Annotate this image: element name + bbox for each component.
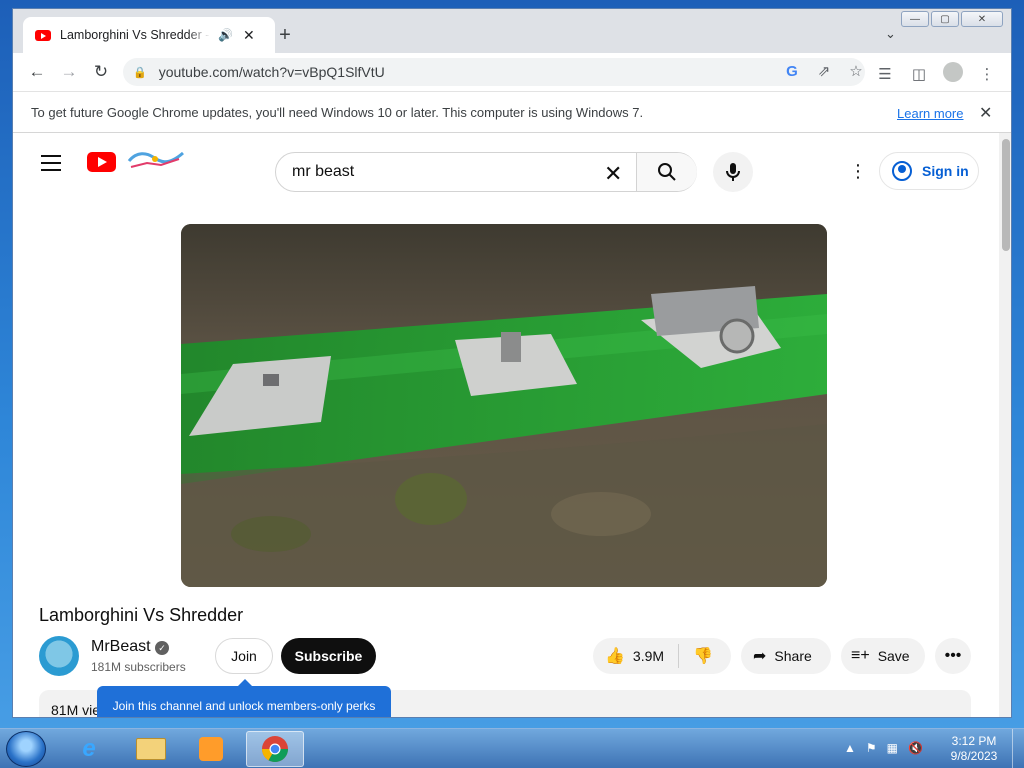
new-tab-button[interactable]: + (275, 25, 295, 45)
bookmark-star-icon[interactable]: ☆ (847, 62, 865, 80)
voice-search-button[interactable] (713, 152, 753, 192)
like-count: 3.9M (632, 648, 665, 664)
sign-in-label: Sign in (922, 163, 969, 179)
channel-name[interactable]: MrBeast (91, 638, 151, 656)
windows-media-player-icon[interactable] (182, 731, 240, 767)
lock-icon[interactable]: 🔒 (133, 66, 147, 79)
like-dislike-group: 👍 3.9M 👎 (593, 638, 731, 674)
reload-button[interactable]: ↻ (85, 62, 117, 82)
google-chrome-icon[interactable] (246, 731, 304, 767)
page-scrollbar[interactable] (999, 133, 1011, 717)
share-page-icon[interactable]: ⇗ (815, 62, 833, 80)
verified-checkmark-icon: ✓ (155, 641, 169, 655)
side-panel-icon[interactable]: ◫ (909, 65, 929, 83)
view-count: 81M vie (51, 702, 101, 718)
join-tooltip: Join this channel and unlock members-onl… (97, 679, 391, 717)
scrollbar-thumb[interactable] (1002, 139, 1010, 251)
share-button[interactable]: ➦ Share (741, 638, 831, 674)
dislike-button-icon[interactable]: 👎 (679, 646, 713, 666)
infobar-message: To get future Google Chrome updates, you… (31, 104, 644, 120)
tab-search-chevron-icon[interactable]: ⌄ (885, 26, 896, 42)
speaker-icon[interactable]: 🔊 (218, 28, 233, 42)
update-infobar: To get future Google Chrome updates, you… (13, 91, 1011, 133)
learn-more-link[interactable]: Learn more (897, 106, 963, 121)
subscribe-button[interactable]: Subscribe (281, 638, 376, 674)
chrome-window: Lamborghini Vs Shredder - YouTube 🔊 ✕ + … (12, 8, 1012, 718)
close-tab-icon[interactable]: ✕ (243, 27, 255, 44)
video-player[interactable] (181, 224, 827, 587)
menu-hamburger-icon[interactable] (41, 155, 61, 176)
save-label: Save (877, 648, 910, 664)
join-button[interactable]: Join (215, 638, 273, 674)
back-button[interactable]: ← (21, 62, 53, 82)
network-icon[interactable]: ▦ (887, 741, 898, 755)
more-horizontal-icon: ••• (944, 647, 962, 664)
browser-toolbar: ← → ↻ 🔒 youtube.com/watch?v=vBpQ1SlfVtU … (13, 53, 1011, 91)
subscriber-count: 181M subscribers (91, 660, 186, 674)
minimize-button[interactable]: — (901, 11, 929, 27)
save-button[interactable]: ≡+ Save (841, 638, 925, 674)
video-frame-image (181, 224, 827, 587)
sign-in-button[interactable]: Sign in (879, 152, 979, 190)
google-translate-icon[interactable]: G (783, 63, 801, 80)
windows-taskbar: e ▲ ⚑ ▦ 🔇 3:12 PM 9/8/2023 (0, 728, 1024, 768)
tray-expand-icon[interactable]: ▲ (844, 741, 856, 755)
start-button[interactable] (6, 731, 46, 767)
more-actions-button[interactable]: ••• (935, 638, 971, 674)
toolbar-right: ☰ ◫ ⋮ (875, 62, 997, 86)
forward-button[interactable]: → (53, 62, 85, 82)
video-title: Lamborghini Vs Shredder (39, 605, 244, 625)
playlist-add-icon: ≡+ (851, 647, 870, 664)
window-controls: — ▢ ✕ (901, 11, 1003, 27)
profile-avatar-icon[interactable] (943, 62, 963, 86)
show-desktop-button[interactable] (1012, 729, 1024, 768)
maximize-button[interactable]: ▢ (931, 11, 959, 27)
search-box[interactable]: mr beast ✕ (275, 152, 697, 192)
account-icon (892, 161, 912, 181)
action-center-icon[interactable]: ⚑ (866, 741, 877, 755)
tab-title: Lamborghini Vs Shredder - YouTube (60, 28, 210, 42)
channel-avatar[interactable] (39, 636, 79, 676)
close-infobar-icon[interactable]: ✕ (979, 103, 992, 123)
share-arrow-icon: ➦ (753, 648, 767, 665)
clock-time: 3:12 PM (951, 734, 997, 748)
search-button[interactable] (637, 153, 697, 191)
address-bar[interactable]: 🔒 youtube.com/watch?v=vBpQ1SlfVtU G ⇗ ☆ (123, 58, 865, 86)
clear-search-icon[interactable]: ✕ (604, 161, 622, 187)
tab-strip: Lamborghini Vs Shredder - YouTube 🔊 ✕ + … (13, 9, 1011, 53)
microphone-icon (726, 163, 740, 181)
youtube-page: mr beast ✕ ⋮ Sign in Lamborghini Vs Shre… (13, 133, 999, 718)
taskbar-clock[interactable]: 3:12 PM 9/8/2023 (944, 734, 1004, 764)
windows-explorer-icon[interactable] (122, 731, 180, 767)
tab-youtube[interactable]: Lamborghini Vs Shredder - YouTube 🔊 ✕ (23, 17, 275, 53)
omnibox-actions: G ⇗ ☆ (783, 62, 865, 81)
volume-muted-icon[interactable]: 🔇 (908, 741, 923, 755)
youtube-header: mr beast ✕ ⋮ Sign in (13, 133, 999, 193)
internet-explorer-icon[interactable]: e (60, 731, 118, 767)
thumbs-up-icon: 👍 (605, 648, 625, 665)
search-icon (658, 163, 676, 181)
share-label: Share (774, 648, 812, 664)
search-input[interactable]: mr beast (292, 163, 354, 181)
close-window-button[interactable]: ✕ (961, 11, 1003, 27)
clock-date: 9/8/2023 (950, 749, 998, 763)
youtube-logo-icon[interactable] (87, 152, 116, 172)
like-button[interactable]: 👍 3.9M (593, 644, 679, 668)
settings-kebab-icon[interactable]: ⋮ (849, 161, 867, 181)
url-text: youtube.com/watch?v=vBpQ1SlfVtU (158, 64, 385, 80)
chrome-menu-icon[interactable]: ⋮ (977, 65, 997, 83)
system-tray: ▲ ⚑ ▦ 🔇 (844, 741, 923, 755)
media-control-icon[interactable]: ☰ (875, 65, 895, 83)
youtube-doodle-icon[interactable] (127, 147, 185, 173)
youtube-favicon-icon (35, 29, 51, 41)
